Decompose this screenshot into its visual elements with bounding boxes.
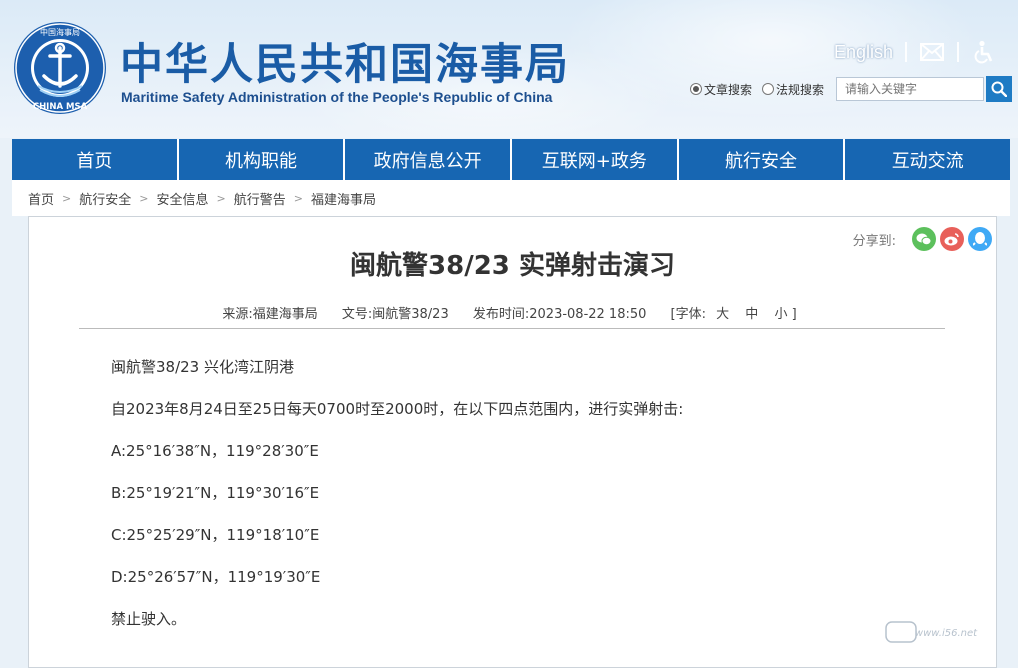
- article-paragraph: C:25°25′29″N，119°18′10″E: [111, 526, 320, 544]
- article-paragraph: 禁止驶入。: [111, 610, 187, 628]
- font-size-small-button[interactable]: 小 ]: [774, 307, 796, 322]
- article-panel: 分享到: 闽航警38/23 实弹射击演习 来源:福建海事局 文号:闽航警38/2…: [28, 216, 997, 668]
- main-nav: 首页 机构职能 政府信息公开 互联网+政务 航行安全 互动交流: [12, 139, 1010, 180]
- logo-text-bottom: CHINA MSA: [33, 102, 88, 112]
- chevron-right-icon: >: [293, 191, 303, 205]
- breadcrumb-item[interactable]: 首页: [28, 189, 54, 208]
- watermark-text: www.i56.net: [915, 628, 978, 639]
- search-icon: [991, 81, 1008, 97]
- nav-item-home[interactable]: 首页: [12, 139, 179, 180]
- nav-item-internet-gov[interactable]: 互联网+政务: [512, 139, 679, 180]
- article-paragraph: 自2023年8月24日至25日每天0700时至2000时，在以下四点范围内，进行…: [111, 400, 684, 418]
- article-paragraph: A:25°16′38″N，119°28′30″E: [111, 442, 319, 460]
- font-size-label: [字体:: [670, 307, 706, 322]
- article-meta: 来源:福建海事局 文号:闽航警38/23 发布时间:2023-08-22 18:…: [29, 303, 996, 322]
- article-paragraph: B:25°19′21″N，119°30′16″E: [111, 484, 320, 502]
- font-size-switcher: [字体: 大 中 小 ]: [671, 307, 803, 322]
- search-option-article-label: 文章搜索: [704, 82, 753, 97]
- radio-selected-icon[interactable]: [690, 83, 702, 95]
- top-links: English: [834, 38, 997, 66]
- meta-source-label: 来源:: [222, 307, 253, 322]
- search-option-law[interactable]: 法规搜索: [762, 81, 824, 98]
- chevron-right-icon: >: [62, 191, 72, 205]
- site-title-english: Maritime Safety Administration of the Pe…: [121, 89, 553, 105]
- search-row: 文章搜索 法规搜索: [690, 76, 1013, 102]
- english-link[interactable]: English: [834, 42, 893, 63]
- logo-text-top: 中国海事局: [40, 27, 80, 37]
- meta-source: 来源:福建海事局: [222, 307, 317, 322]
- meta-doc-label: 文号:: [341, 307, 373, 322]
- accessibility-icon[interactable]: [971, 39, 997, 65]
- search-option-article[interactable]: 文章搜索: [690, 81, 752, 98]
- divider: [957, 42, 960, 62]
- article-paragraph: 闽航警38/23 兴化湾江阴港: [111, 358, 294, 376]
- meta-date-value: 2023-08-22 18:50: [529, 307, 647, 322]
- radio-icon[interactable]: [762, 83, 775, 95]
- breadcrumb-item[interactable]: 航行警告: [234, 189, 286, 208]
- chevron-right-icon: >: [216, 191, 226, 205]
- article-paragraph: D:25°26′57″N，119°19′30″E: [111, 568, 321, 586]
- meta-date: 发布时间:2023-08-22 18:50: [473, 307, 647, 322]
- title-divider: [79, 328, 945, 329]
- divider: [905, 42, 908, 62]
- search-input[interactable]: [836, 77, 985, 101]
- nav-item-navigation-safety[interactable]: 航行安全: [679, 139, 846, 180]
- nav-item-functions[interactable]: 机构职能: [179, 139, 346, 180]
- meta-source-value: 福建海事局: [252, 307, 318, 322]
- font-size-medium-button[interactable]: 中: [745, 307, 758, 322]
- search-option-law-label: 法规搜索: [776, 82, 825, 97]
- msa-logo-icon[interactable]: 中国海事局 CHINA MSA: [12, 20, 108, 116]
- site-watermark: www.i56.net: [884, 619, 1004, 645]
- breadcrumb-item[interactable]: 航行安全: [79, 189, 131, 208]
- breadcrumb-item[interactable]: 安全信息: [156, 189, 208, 208]
- meta-date-label: 发布时间:: [472, 307, 530, 322]
- breadcrumb: 首页 > 航行安全 > 安全信息 > 航行警告 > 福建海事局: [12, 180, 1010, 216]
- chevron-right-icon: >: [139, 191, 149, 205]
- article-body: 闽航警38/23 兴化湾江阴港 自2023年8月24日至25日每天0700时至2…: [111, 349, 683, 643]
- nav-item-interaction[interactable]: 互动交流: [845, 139, 1010, 180]
- font-size-large-button[interactable]: 大: [716, 307, 729, 322]
- breadcrumb-item[interactable]: 福建海事局: [311, 189, 376, 208]
- meta-doc-no: 文号:闽航警38/23: [342, 307, 449, 322]
- nav-item-gov-info[interactable]: 政府信息公开: [345, 139, 513, 180]
- search-button[interactable]: [986, 76, 1013, 102]
- article-title: 闽航警38/23 实弹射击演习: [350, 251, 675, 281]
- watermark-logo-icon: www.i56.net: [885, 621, 978, 643]
- site-title-chinese: 中华人民共和国海事局: [120, 40, 570, 90]
- site-header: 中国海事局 CHINA MSA 中华人民共和国海事局 Maritime Safe…: [0, 0, 1018, 138]
- mail-icon[interactable]: [919, 39, 945, 65]
- meta-doc-value: 闽航警38/23: [372, 307, 449, 322]
